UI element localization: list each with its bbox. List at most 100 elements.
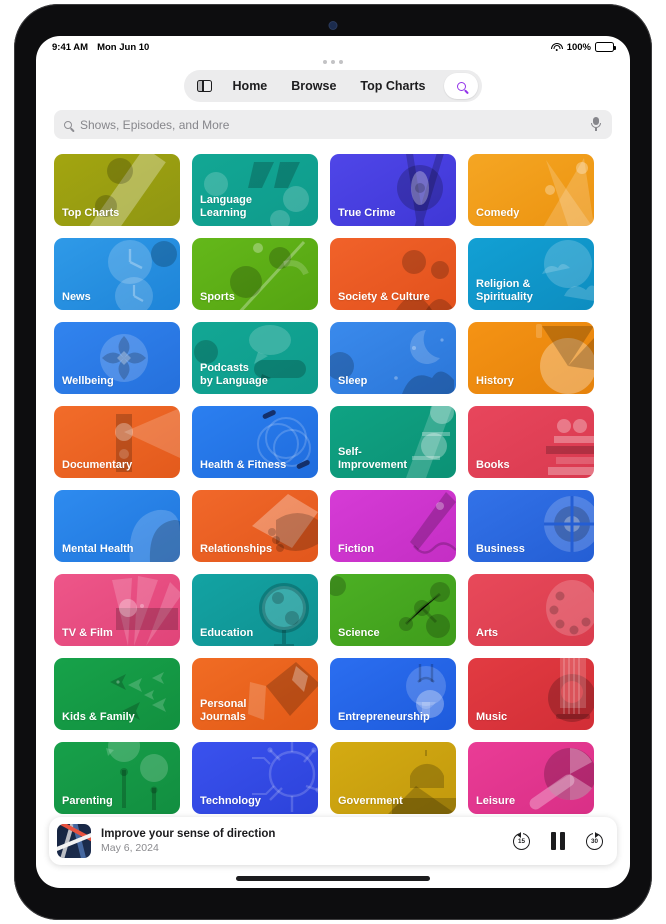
category-tile[interactable]: Society & Culture [330,238,456,310]
category-label: Language Learning [200,194,252,219]
skip-back-label: 15 [517,837,525,845]
category-tile[interactable]: Top Charts [54,154,180,226]
category-label: TV & Film [62,626,113,639]
category-tile[interactable]: News [54,238,180,310]
search-input[interactable]: Shows, Episodes, and More [80,118,229,132]
category-tile[interactable]: True Crime [330,154,456,226]
sidebar-toggle-button[interactable] [190,73,220,99]
category-tile[interactable]: Arts [468,574,594,646]
category-tile[interactable]: Religion & Spirituality [468,238,594,310]
category-label: Education [200,626,254,639]
category-tile[interactable]: Entrepreneurship [330,658,456,730]
category-label: Parenting [62,794,113,807]
skip-back-15-icon[interactable]: 15 [513,832,530,850]
category-label: Kids & Family [62,710,135,723]
tab-browse[interactable]: Browse [280,73,347,99]
front-camera [329,22,337,29]
category-label: Books [476,458,510,471]
category-grid: Top Charts Language Learning True Crime … [54,154,612,814]
category-tile[interactable]: Government [330,742,456,814]
wifi-icon [550,42,563,52]
battery-icon [595,42,616,52]
category-tile[interactable]: Relationships [192,490,318,562]
category-tile[interactable]: Personal Journals [192,658,318,730]
category-label: Documentary [62,458,133,471]
category-tile[interactable]: Music [468,658,594,730]
category-label: Personal Journals [200,698,247,723]
category-label: Health & Fitness [200,458,287,471]
category-label: Science [338,626,380,639]
episode-artwork[interactable] [57,824,91,858]
category-tile[interactable]: Comedy [468,154,594,226]
episode-date: May 6, 2024 [101,842,159,854]
category-tile[interactable]: Sports [192,238,318,310]
category-tile[interactable]: Business [468,490,594,562]
category-label: Top Charts [62,206,120,219]
category-label: Podcasts by Language [200,362,268,387]
search-field[interactable]: Shows, Episodes, and More [54,110,612,139]
episode-title: Improve your sense of direction [101,828,276,840]
status-bar: 9:41 AM Mon Jun 10 100% [36,36,630,58]
category-label: Business [476,542,525,555]
category-tile[interactable]: Technology [192,742,318,814]
status-right: 100% [550,41,616,53]
category-label: Comedy [476,206,520,219]
category-tile[interactable]: Mental Health [54,490,180,562]
now-playing-bar[interactable]: Improve your sense of direction May 6, 2… [49,817,617,865]
category-label: Self-Improvement [338,446,408,471]
category-tile[interactable]: History [468,322,594,394]
ipad-device: 9:41 AM Mon Jun 10 100% Home Browse Top … [14,4,652,920]
multitasking-control[interactable] [323,60,343,64]
tab-home[interactable]: Home [222,73,279,99]
category-label: Arts [476,626,499,639]
category-tile[interactable]: TV & Film [54,574,180,646]
category-label: Government [338,794,403,807]
category-label: Entrepreneurship [338,710,430,723]
category-label: Leisure [476,794,516,807]
category-tile[interactable]: Wellbeing [54,322,180,394]
category-label: Mental Health [62,542,134,555]
category-tile[interactable]: Documentary [54,406,180,478]
status-time: 9:41 AM [52,41,89,53]
category-label: Technology [200,794,261,807]
pause-icon[interactable] [551,832,565,850]
category-label: News [62,290,91,303]
category-label: True Crime [338,206,396,219]
category-tile[interactable]: Podcasts by Language [192,322,318,394]
category-tile[interactable]: Leisure [468,742,594,814]
now-playing-text: Improve your sense of direction May 6, 2… [101,828,501,854]
category-tile[interactable]: Health & Fitness [192,406,318,478]
category-tile[interactable]: Fiction [330,490,456,562]
navigation-bar: Home Browse Top Charts [36,70,630,102]
category-tile[interactable]: Self-Improvement [330,406,456,478]
category-tile[interactable]: Language Learning [192,154,318,226]
category-label: Wellbeing [62,374,114,387]
category-tile[interactable]: Education [192,574,318,646]
category-label: Sports [200,290,235,303]
microphone-icon[interactable] [590,117,602,132]
category-tile[interactable]: Parenting [54,742,180,814]
status-date: Mon Jun 10 [97,41,150,53]
skip-forward-label: 30 [590,837,598,845]
search-icon [456,81,466,91]
screen: 9:41 AM Mon Jun 10 100% Home Browse Top … [36,36,630,888]
category-label: Sleep [338,374,368,387]
category-tile[interactable]: Science [330,574,456,646]
nav-pill: Home Browse Top Charts [183,70,483,102]
skip-forward-30-icon[interactable]: 30 [586,832,603,850]
sidebar-toggle-icon [197,80,213,92]
category-tile[interactable]: Sleep [330,322,456,394]
home-indicator[interactable] [236,876,430,881]
category-label: Society & Culture [338,290,430,303]
category-label: Fiction [338,542,375,555]
tab-top-charts[interactable]: Top Charts [349,73,436,99]
category-tile[interactable]: Kids & Family [54,658,180,730]
search-button[interactable] [444,73,479,99]
category-label: Music [476,710,508,723]
search-icon [64,120,72,129]
playback-controls: 15 30 [513,832,603,850]
status-left: 9:41 AM Mon Jun 10 [52,42,149,53]
category-label: Relationships [200,542,273,555]
battery-percent-label: 100% [566,41,591,53]
category-tile[interactable]: Books [468,406,594,478]
